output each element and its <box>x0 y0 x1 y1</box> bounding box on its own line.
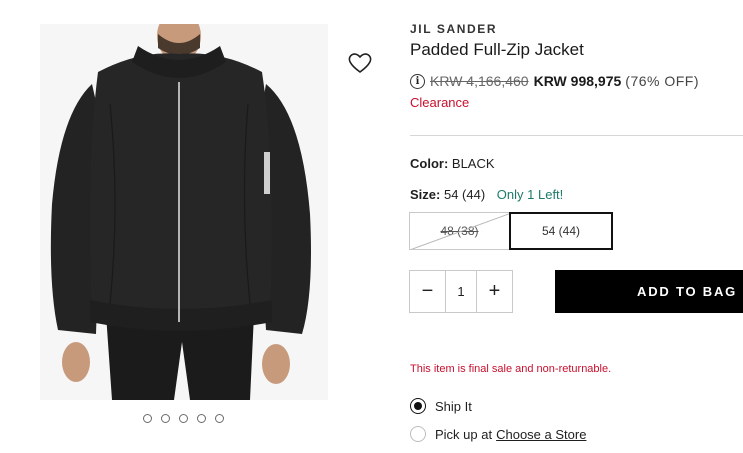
size-value: 54 (44) <box>443 187 486 202</box>
wishlist-heart-icon[interactable] <box>347 51 373 75</box>
product-image[interactable] <box>40 24 328 400</box>
pickup-option[interactable]: Pick up at Choose a Store <box>410 426 586 442</box>
stock-note: Only 1 Left! <box>496 187 564 202</box>
color-value: BLACK <box>451 156 495 171</box>
size-label: Size: <box>410 187 441 202</box>
quantity-decrease-button[interactable]: − <box>410 271 445 312</box>
size-options: 48 (38) 54 (44) <box>409 212 613 250</box>
image-dot-1[interactable] <box>143 414 152 423</box>
discount-label: (76% OFF) <box>625 73 700 89</box>
price-row: i KRW 4,166,460 KRW 998,975 (76% OFF) <box>410 73 699 89</box>
quantity-increase-button[interactable]: + <box>477 271 512 312</box>
image-pagination <box>143 414 224 423</box>
image-dot-2[interactable] <box>161 414 170 423</box>
pickup-radio[interactable] <box>410 426 426 442</box>
size-option-label: 48 (38) <box>440 224 479 238</box>
image-dot-3[interactable] <box>179 414 188 423</box>
color-label: Color: <box>410 156 449 171</box>
jacket-illustration <box>40 24 328 400</box>
choose-store-link[interactable]: Choose a Store <box>496 427 586 442</box>
quantity-stepper: − 1 + <box>409 270 513 313</box>
add-to-bag-button[interactable]: ADD TO BAG <box>555 270 743 313</box>
pickup-label: Pick up at <box>435 426 493 442</box>
quantity-input[interactable]: 1 <box>445 271 477 312</box>
original-price: KRW 4,166,460 <box>430 73 529 89</box>
size-option-label: 54 (44) <box>541 224 581 238</box>
color-selection: Color: BLACK <box>410 156 495 171</box>
product-title: Padded Full-Zip Jacket <box>410 40 584 59</box>
image-dot-5[interactable] <box>215 414 224 423</box>
final-sale-note: This item is final sale and non-returnab… <box>410 363 612 375</box>
image-dot-4[interactable] <box>197 414 206 423</box>
brand-name[interactable]: JIL SANDER <box>410 22 497 36</box>
divider <box>410 135 743 136</box>
size-option-48[interactable]: 48 (38) <box>409 212 510 250</box>
ship-radio[interactable] <box>410 398 426 414</box>
size-selection: Size: 54 (44) Only 1 Left! <box>410 187 563 202</box>
clearance-label: Clearance <box>410 95 470 110</box>
sale-price: KRW 998,975 <box>533 73 622 89</box>
ship-it-option[interactable]: Ship It <box>410 398 472 414</box>
ship-label: Ship It <box>435 398 472 414</box>
size-option-54[interactable]: 54 (44) <box>509 212 613 250</box>
info-icon[interactable]: i <box>410 73 425 89</box>
